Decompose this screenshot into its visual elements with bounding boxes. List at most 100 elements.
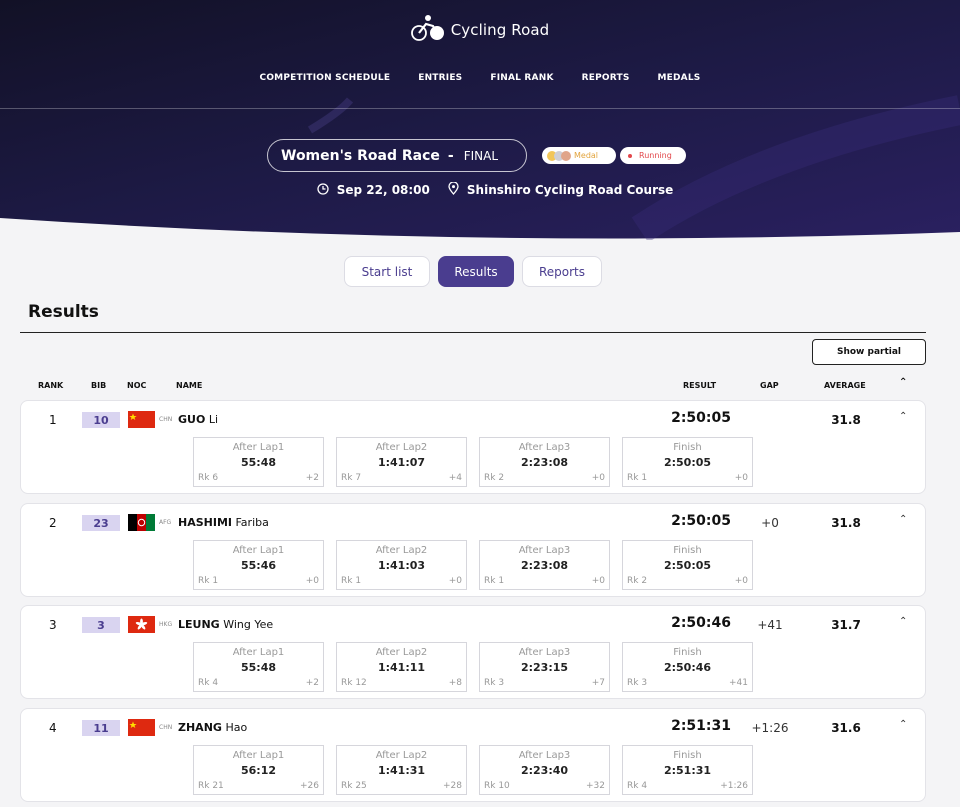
column-header-gap[interactable]: GAP: [760, 381, 779, 390]
split-time: 55:48: [240, 661, 276, 674]
column-header-average[interactable]: AVERAGE: [824, 381, 866, 390]
split-rank: Rk 1: [341, 576, 362, 586]
nav-final-rank[interactable]: FINAL RANK: [476, 73, 567, 83]
row-gap: +41: [757, 618, 783, 632]
table-row[interactable]: 4 11 CHN ZHANG Hao 2:51:31 +1:26 31.6 ⌃ …: [20, 708, 926, 802]
split-gap: +41: [729, 678, 748, 688]
split-gap: +26: [300, 781, 319, 791]
split-gap: +7: [591, 678, 605, 688]
column-header-rank[interactable]: RANK: [38, 381, 63, 390]
event-meta: Sep 22, 08:00 Shinshiro Cycling Road Cou…: [0, 181, 960, 198]
tab-start-list[interactable]: Start list: [344, 256, 430, 287]
split-rank: Rk 1: [484, 576, 505, 586]
athlete-name[interactable]: GUO Li: [178, 413, 218, 426]
athlete-given-name: Wing Yee: [223, 618, 274, 631]
row-collapse-caret-icon[interactable]: ⌃: [899, 616, 907, 627]
split-rank: Rk 4: [198, 678, 219, 688]
row-noc: CHN: [159, 724, 173, 731]
nav-reports[interactable]: REPORTS: [568, 73, 644, 83]
split-card: After Lap3 2:23:40 Rk 10 +32: [479, 745, 610, 795]
split-time: 2:50:05: [663, 456, 712, 469]
split-rank: Rk 4: [627, 781, 648, 791]
row-collapse-caret-icon[interactable]: ⌃: [899, 719, 907, 730]
split-gap: +4: [448, 473, 462, 483]
row-gap: +0: [761, 516, 779, 530]
medal-badge-label: Medal: [574, 151, 599, 160]
row-gap: +1:26: [751, 721, 789, 735]
split-gap: +2: [305, 473, 319, 483]
column-header-noc[interactable]: NOC: [127, 381, 146, 390]
main-nav: COMPETITION SCHEDULE ENTRIES FINAL RANK …: [0, 73, 960, 83]
athlete-name[interactable]: ZHANG Hao: [178, 721, 247, 734]
split-label: Finish: [673, 442, 702, 453]
row-collapse-caret-icon[interactable]: ⌃: [899, 514, 907, 525]
column-header-bib[interactable]: BIB: [91, 381, 106, 390]
athlete-name[interactable]: LEUNG Wing Yee: [178, 618, 273, 631]
row-noc: AFG: [159, 519, 172, 526]
split-card: After Lap1 55:48 Rk 6 +2: [193, 437, 324, 487]
split-time: 2:50:46: [663, 661, 712, 674]
nav-competition-schedule[interactable]: COMPETITION SCHEDULE: [246, 73, 405, 83]
split-time: 1:41:03: [377, 559, 426, 572]
table-row[interactable]: 1 10 CHN GUO Li 2:50:05 31.8 ⌃ After Lap…: [20, 400, 926, 494]
split-time: 2:23:40: [520, 764, 569, 777]
running-dot-icon: [628, 153, 632, 158]
split-gap: +8: [448, 678, 462, 688]
row-average: 31.8: [831, 413, 861, 427]
split-gap: +0: [448, 576, 462, 586]
split-label: After Lap1: [232, 545, 285, 556]
split-rank: Rk 2: [627, 576, 648, 586]
hong-kong-flag-icon: [128, 616, 155, 633]
row-average: 31.8: [831, 516, 861, 530]
tab-reports[interactable]: Reports: [522, 256, 602, 287]
column-header-name[interactable]: NAME: [176, 381, 202, 390]
split-rank: Rk 12: [341, 678, 367, 688]
split-label: Finish: [673, 647, 702, 658]
row-collapse-caret-icon[interactable]: ⌃: [899, 411, 907, 422]
table-row[interactable]: 2 23 AFG HASHIMI Fariba 2:50:05 +0 31.8 …: [20, 503, 926, 597]
nav-medals[interactable]: MEDALS: [644, 73, 715, 83]
athlete-given-name: Fariba: [235, 516, 269, 529]
page-header: Cycling Road COMPETITION SCHEDULE ENTRIE…: [0, 0, 960, 240]
collapse-all-caret-icon[interactable]: ⌃: [899, 377, 907, 388]
split-label: After Lap1: [232, 750, 285, 761]
row-result: 2:50:05: [671, 513, 731, 529]
row-bib: 11: [82, 720, 120, 736]
split-gap: +0: [734, 473, 748, 483]
split-label: After Lap2: [375, 647, 428, 658]
athlete-name[interactable]: HASHIMI Fariba: [178, 516, 269, 529]
athlete-surname: GUO: [178, 413, 206, 426]
row-noc: CHN: [159, 416, 173, 423]
split-gap: +2: [305, 678, 319, 688]
nav-entries[interactable]: ENTRIES: [404, 73, 476, 83]
medal-badge: Medal: [542, 147, 616, 164]
show-partial-button[interactable]: Show partial: [812, 339, 926, 365]
split-label: After Lap2: [375, 545, 428, 556]
split-card: Finish 2:51:31 Rk 4 +1:26: [622, 745, 753, 795]
split-time: 56:12: [240, 764, 276, 777]
china-flag-icon: [128, 719, 155, 736]
split-gap: +0: [734, 576, 748, 586]
row-average: 31.6: [831, 721, 861, 735]
event-phase: FINAL: [463, 148, 498, 163]
split-rank: Rk 3: [484, 678, 505, 688]
table-row[interactable]: 3 3 HKG LEUNG Wing Yee 2:50:46 +41 31.7 …: [20, 605, 926, 699]
split-time: 2:50:05: [663, 559, 712, 572]
split-label: After Lap3: [518, 442, 571, 453]
tab-results[interactable]: Results: [438, 256, 514, 287]
column-header-result[interactable]: RESULT: [683, 381, 716, 390]
split-card: Finish 2:50:05 Rk 1 +0: [622, 437, 753, 487]
event-datetime: Sep 22, 08:00: [336, 183, 430, 197]
event-title-pill: Women's Road Race - FINAL: [267, 139, 527, 172]
split-card: After Lap1 55:48 Rk 4 +2: [193, 642, 324, 692]
split-gap: +0: [305, 576, 319, 586]
split-label: After Lap3: [518, 545, 571, 556]
split-card: After Lap2 1:41:03 Rk 1 +0: [336, 540, 467, 590]
row-rank: 1: [49, 413, 57, 427]
app-logo[interactable]: Cycling Road: [0, 14, 960, 46]
split-rank: Rk 6: [198, 473, 219, 483]
split-card: Finish 2:50:05 Rk 2 +0: [622, 540, 753, 590]
split-gap: +0: [591, 473, 605, 483]
split-card: After Lap3 2:23:15 Rk 3 +7: [479, 642, 610, 692]
split-time: 55:48: [240, 456, 276, 469]
